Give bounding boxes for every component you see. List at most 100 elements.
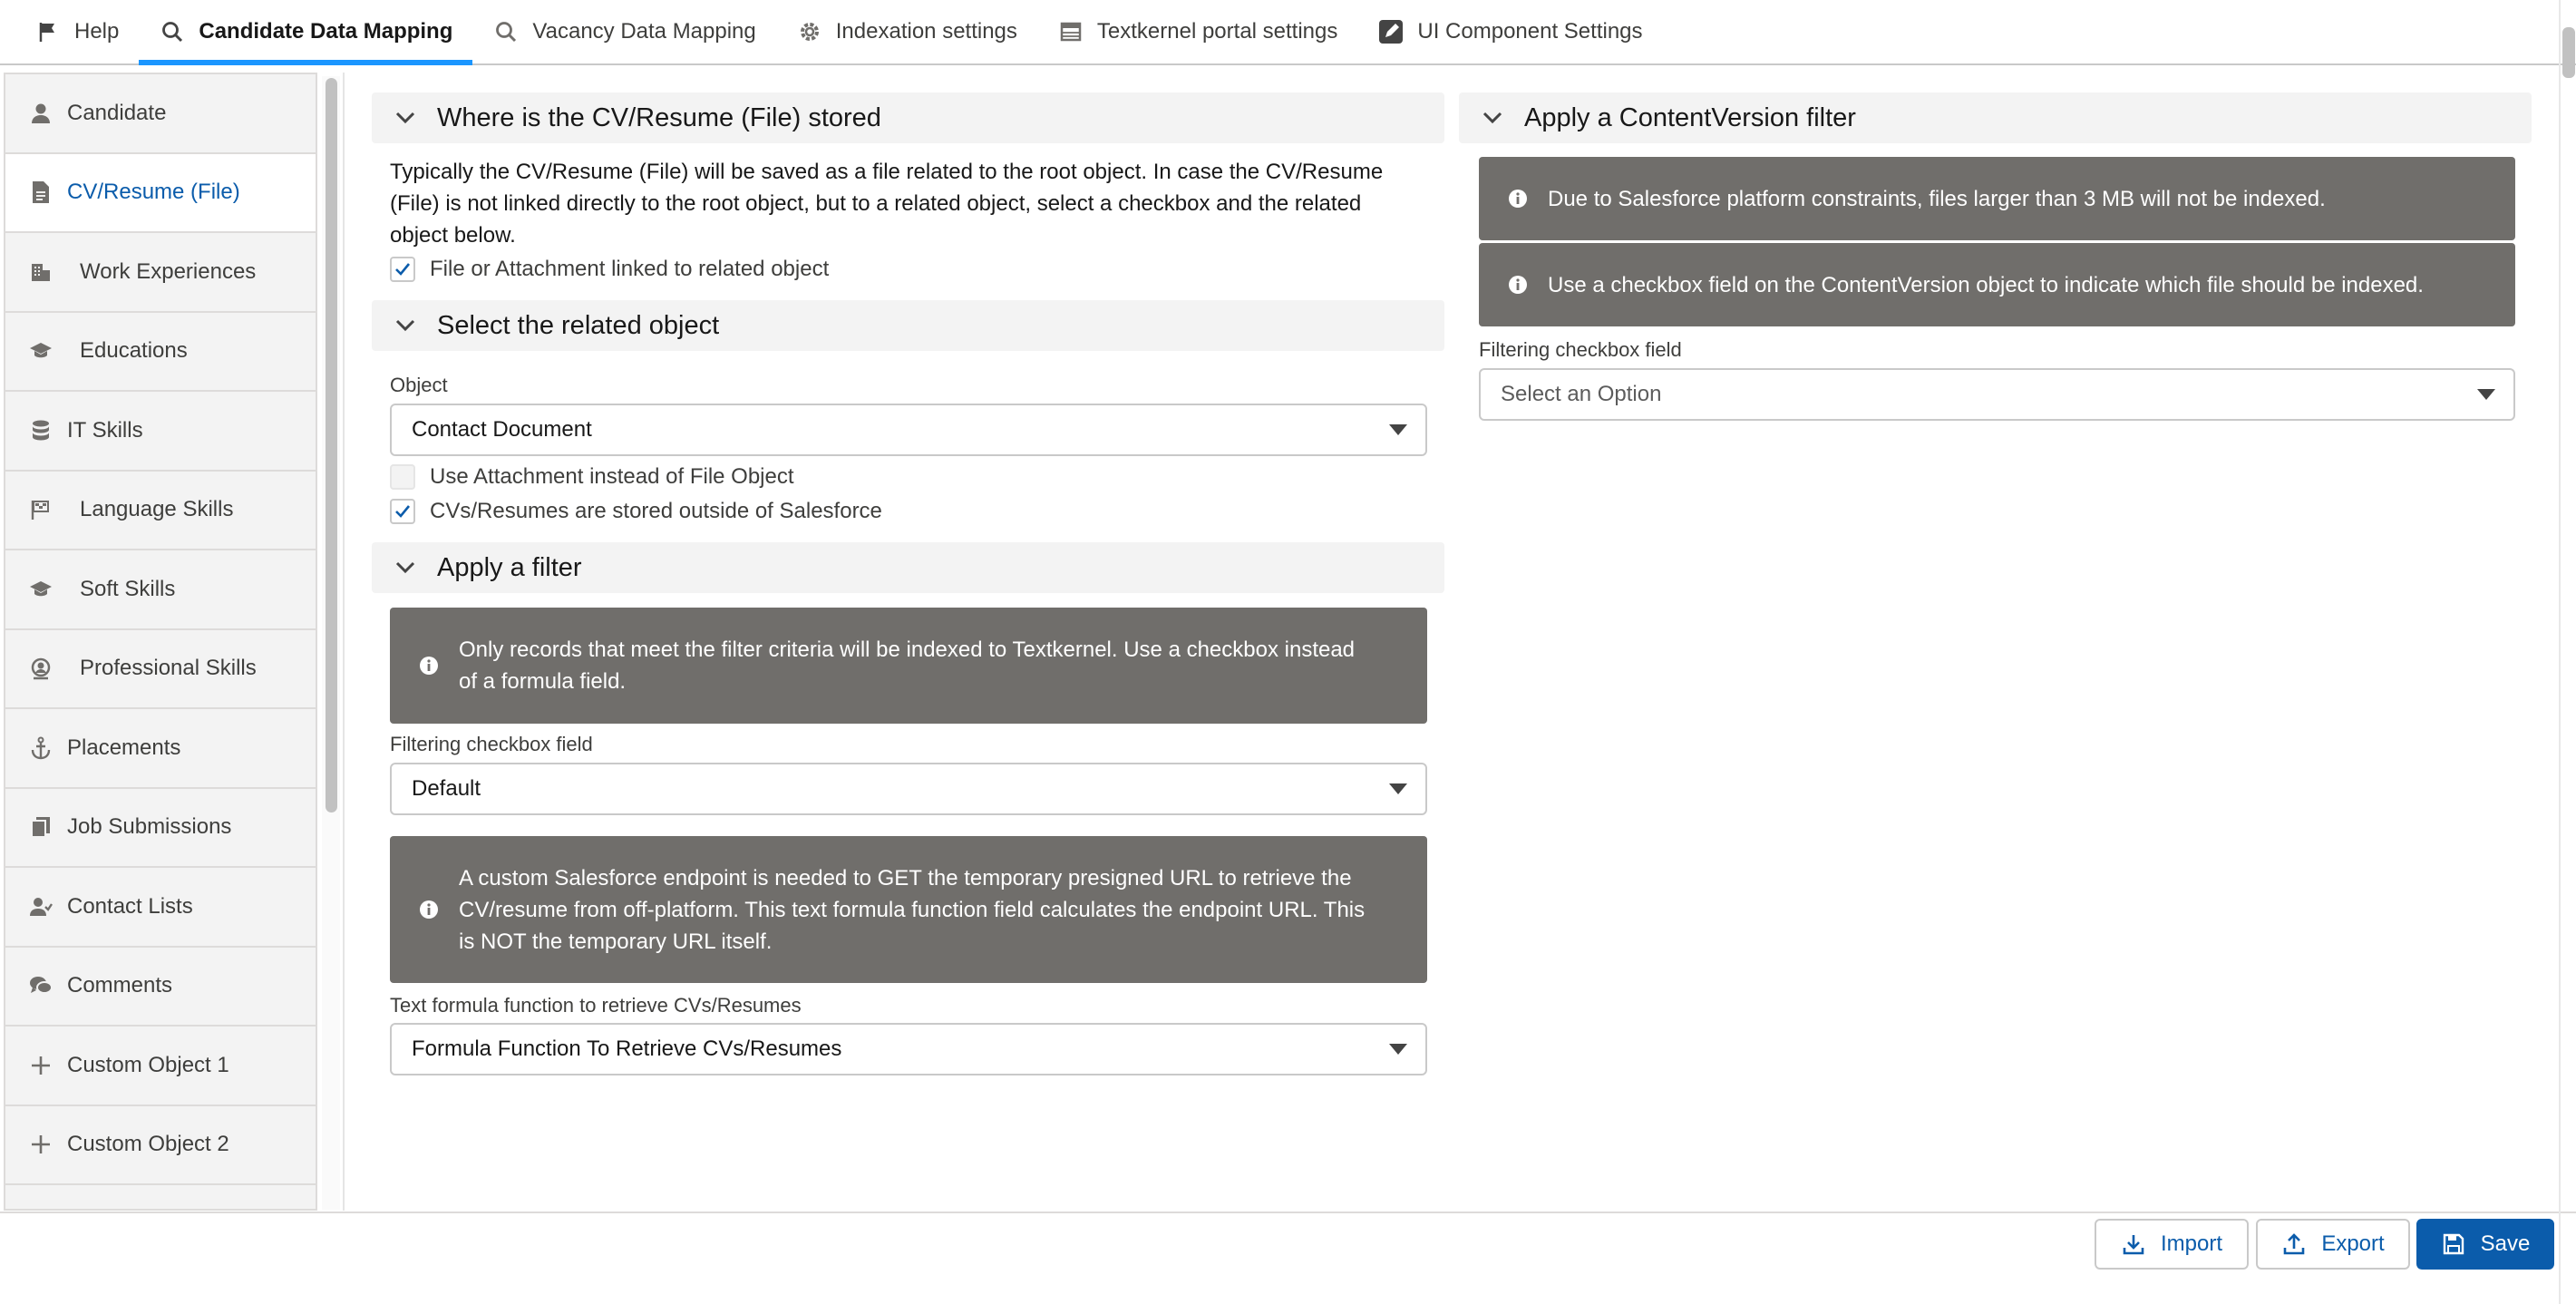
tab-label: Textkernel portal settings [1096, 19, 1338, 44]
stored-outside-salesforce-checkbox-row[interactable]: CVs/Resumes are stored outside of Salesf… [390, 497, 882, 526]
endpoint-info-box: A custom Salesforce endpoint is needed t… [390, 836, 1427, 983]
anchor-icon [27, 735, 54, 762]
chevron-down-icon [390, 102, 421, 133]
object-field-label: Object [390, 374, 448, 396]
plus-icon [27, 1052, 54, 1079]
save-button[interactable]: Save [2416, 1219, 2554, 1270]
linked-to-related-object-checkbox-row[interactable]: File or Attachment linked to related obj… [390, 255, 829, 284]
endpoint-info-line: CV/resume from off-platform. This text f… [459, 897, 1366, 922]
contentversion-checkbox-info-text: Use a checkbox field on the ContentVersi… [1548, 272, 2424, 297]
tab-label: UI Component Settings [1417, 19, 1643, 44]
contentversion-filtering-field-placeholder: Select an Option [1501, 382, 1662, 406]
sidebar-item-job-submissions[interactable]: Job Submissions [5, 789, 316, 868]
filter-info-line: of a formula field. [459, 669, 627, 694]
tab-indexation-settings[interactable]: Indexation settings [776, 0, 1037, 63]
info-icon [420, 900, 438, 919]
section-header-storage[interactable]: Where is the CV/Resume (File) stored [372, 92, 1444, 143]
storage-description-line: (File) is not linked directly to the roo… [390, 191, 1362, 216]
top-tab-bar: Help Candidate Data Mapping Vacancy Data… [0, 0, 2576, 65]
export-button[interactable]: Export [2256, 1219, 2410, 1270]
storage-description: Typically the CV/Resume (File) will be s… [390, 156, 1433, 251]
sidebar-item-placements[interactable]: Placements [5, 709, 316, 789]
sidebar-item-label: Professional Skills [80, 656, 257, 681]
chevron-down-icon [1477, 102, 1508, 133]
tab-textkernel-portal-settings[interactable]: Textkernel portal settings [1037, 0, 1357, 63]
storage-description-line: object below. [390, 223, 516, 248]
section-title: Apply a filter [437, 552, 582, 582]
chevron-down-icon [1389, 1044, 1407, 1055]
storage-description-line: Typically the CV/Resume (File) will be s… [390, 160, 1384, 184]
download-icon [2121, 1231, 2146, 1257]
section-header-contentversion-filter[interactable]: Apply a ContentVersion filter [1459, 92, 2532, 143]
export-button-label: Export [2321, 1231, 2385, 1256]
sidebar-item-contact-lists[interactable]: Contact Lists [5, 868, 316, 948]
sidebar-item-cv-resume-file[interactable]: CV/Resume (File) [5, 153, 316, 233]
use-attachment-checkbox[interactable] [390, 464, 415, 490]
contentversion-filtering-field-select[interactable]: Select an Option [1479, 368, 2515, 421]
contacts-icon [27, 893, 54, 920]
search-icon [159, 18, 186, 45]
person-icon [27, 100, 54, 127]
filter-info-line: Only records that meet the filter criter… [459, 637, 1356, 662]
formula-function-field-label: Text formula function to retrieve CVs/Re… [390, 994, 802, 1017]
sidebar-item-professional-skills[interactable]: Professional Skills [5, 630, 316, 709]
sidebar-item-label: Contact Lists [67, 893, 193, 919]
object-select[interactable]: Contact Document [390, 404, 1427, 456]
object-select-value: Contact Document [412, 417, 592, 442]
filter-info-text: Only records that meet the filter criter… [459, 634, 1355, 697]
sidebar-item-custom-object-1[interactable]: Custom Object 1 [5, 1027, 316, 1106]
tab-label: Indexation settings [835, 19, 1017, 44]
use-attachment-checkbox-row[interactable]: Use Attachment instead of File Object [390, 462, 794, 491]
filtering-checkbox-field-select[interactable]: Default [390, 763, 1427, 815]
sidebar-item-work-experiences[interactable]: Work Experiences [5, 233, 316, 313]
tab-label: Vacancy Data Mapping [532, 19, 756, 44]
sidebar-item-soft-skills[interactable]: Soft Skills [5, 550, 316, 630]
footer-divider [0, 1212, 2576, 1213]
formula-function-select[interactable]: Formula Function To Retrieve CVs/Resumes [390, 1023, 1427, 1075]
section-header-apply-filter[interactable]: Apply a filter [372, 542, 1444, 593]
sidebar-item-language-skills[interactable]: Language Skills [5, 472, 316, 550]
tab-ui-component-settings[interactable]: UI Component Settings [1357, 0, 1662, 63]
sidebar-item-it-skills[interactable]: IT Skills [5, 392, 316, 472]
contentversion-filtering-field-label: Filtering checkbox field [1479, 338, 1682, 361]
sidebar-item-label: CV/Resume (File) [67, 180, 240, 205]
sidebar-item-custom-object-2[interactable]: Custom Object 2 [5, 1106, 316, 1185]
tab-label: Candidate Data Mapping [199, 19, 453, 44]
files-icon [27, 813, 54, 841]
sidebar-item-label: Placements [67, 735, 181, 760]
section-header-related-object[interactable]: Select the related object [372, 300, 1444, 351]
tab-help[interactable]: Help [15, 0, 139, 63]
page-scrollbar-track[interactable] [2559, 0, 2561, 1304]
checkbox-label: CVs/Resumes are stored outside of Salesf… [430, 499, 882, 523]
badge-icon [27, 655, 54, 682]
sidebar-scrollbar-thumb[interactable] [326, 78, 337, 813]
contentversion-size-info-box: Due to Salesforce platform constraints, … [1479, 157, 2515, 240]
stored-outside-salesforce-checkbox[interactable] [390, 499, 415, 524]
endpoint-info-text: A custom Salesforce endpoint is needed t… [459, 862, 1365, 958]
sidebar-item-label: Language Skills [80, 497, 234, 522]
tab-vacancy-data-mapping[interactable]: Vacancy Data Mapping [472, 0, 775, 63]
sidebar: Candidate CV/Resume (File) Work Experien… [4, 73, 317, 1211]
sidebar-item-comments[interactable]: Comments [5, 948, 316, 1027]
graduation-cap-icon [27, 576, 54, 603]
save-icon [2441, 1231, 2466, 1257]
filter-info-box: Only records that meet the filter criter… [390, 608, 1427, 724]
save-button-label: Save [2480, 1231, 2531, 1256]
page-scrollbar-thumb[interactable] [2562, 27, 2575, 78]
sidebar-item-label: Soft Skills [80, 576, 176, 601]
sidebar-item-educations[interactable]: Educations [5, 313, 316, 392]
sidebar-item-label: IT Skills [67, 417, 143, 443]
document-icon [27, 179, 54, 206]
import-button[interactable]: Import [2095, 1219, 2249, 1270]
check-icon [395, 263, 411, 276]
chevron-down-icon [1389, 424, 1407, 435]
sidebar-item-label: Custom Object 1 [67, 1052, 229, 1077]
sidebar-item-label: Candidate [67, 100, 167, 125]
section-title: Apply a ContentVersion filter [1524, 102, 1856, 132]
import-button-label: Import [2160, 1231, 2222, 1256]
linked-to-related-object-checkbox[interactable] [390, 257, 415, 282]
tab-candidate-data-mapping[interactable]: Candidate Data Mapping [139, 0, 473, 65]
chevron-down-icon [2477, 389, 2495, 400]
checkbox-label: File or Attachment linked to related obj… [430, 257, 830, 281]
sidebar-item-candidate[interactable]: Candidate [5, 74, 316, 154]
